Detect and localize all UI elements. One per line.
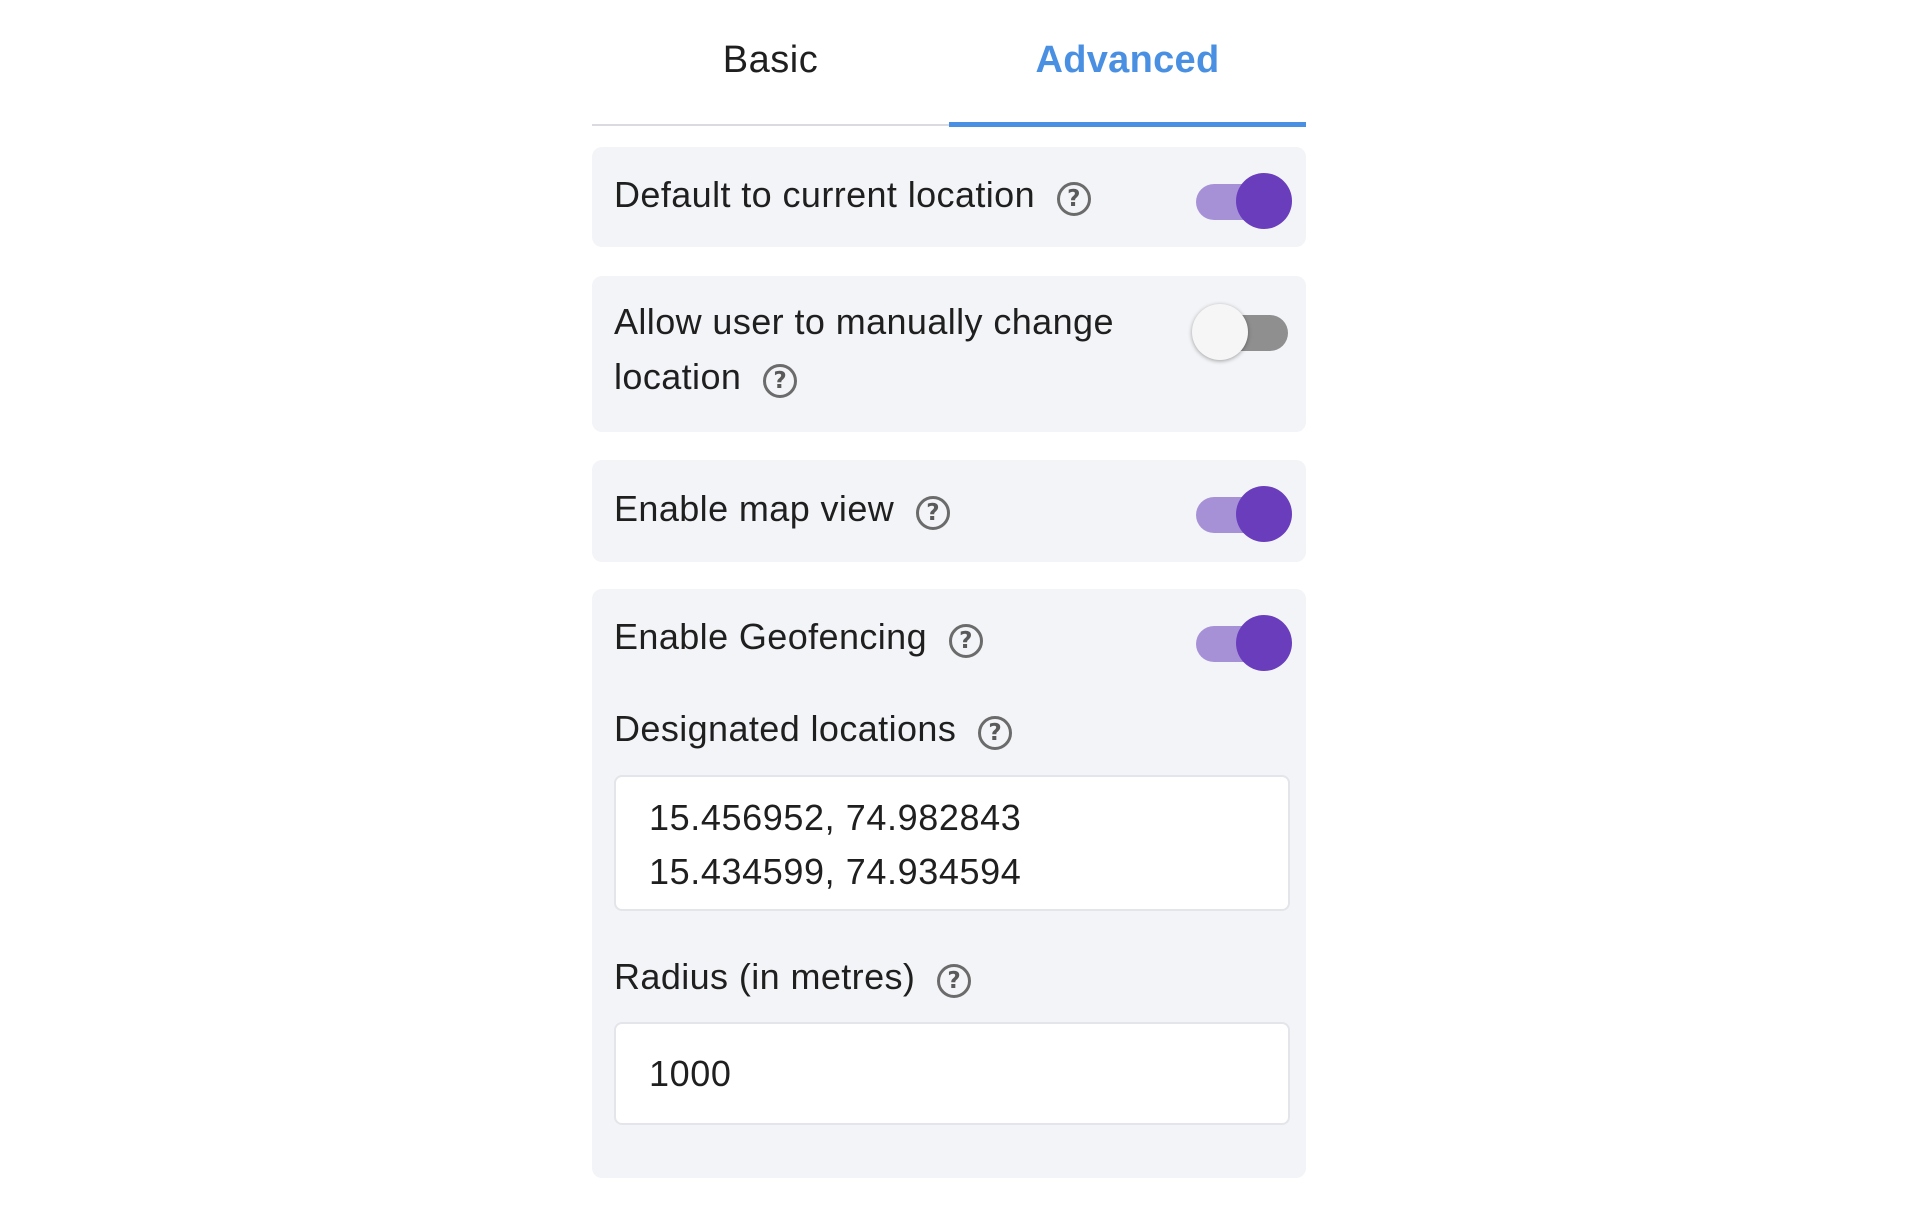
setting-card-map-view: Enable map view? bbox=[592, 460, 1306, 562]
map-view-toggle[interactable] bbox=[1192, 486, 1292, 542]
radius-input[interactable]: 1000 bbox=[614, 1022, 1290, 1125]
setting-card-geofencing: Enable Geofencing? Designated locations?… bbox=[592, 589, 1306, 1178]
radius-label: Radius (in metres) bbox=[614, 956, 916, 997]
designated-locations-label: Designated locations bbox=[614, 708, 957, 749]
toggle-knob bbox=[1192, 304, 1248, 360]
setting-row-default-location: Default to current location? bbox=[614, 168, 1092, 222]
toggle-knob bbox=[1236, 173, 1292, 229]
geofencing-toggle[interactable] bbox=[1192, 615, 1292, 671]
manual-change-label-line2: location bbox=[614, 356, 742, 397]
active-tab-indicator bbox=[949, 122, 1306, 127]
designated-location-value: 15.456952, 74.982843 bbox=[649, 797, 1022, 838]
setting-row-map-view: Enable map view? bbox=[614, 482, 951, 536]
default-location-toggle[interactable] bbox=[1192, 173, 1292, 229]
manual-change-toggle[interactable] bbox=[1192, 304, 1292, 360]
designated-locations-heading: Designated locations? bbox=[614, 702, 1013, 756]
tab-bar: Basic Advanced bbox=[592, 0, 1306, 127]
tab-basic[interactable]: Basic bbox=[592, 0, 949, 120]
setting-row-geofencing: Enable Geofencing? bbox=[614, 610, 984, 664]
radius-heading: Radius (in metres)? bbox=[614, 950, 972, 1004]
radius-value: 1000 bbox=[649, 1053, 732, 1094]
default-location-label: Default to current location bbox=[614, 174, 1036, 215]
toggle-knob bbox=[1236, 615, 1292, 671]
help-icon[interactable]: ? bbox=[916, 496, 951, 531]
help-icon[interactable]: ? bbox=[937, 964, 972, 999]
help-icon[interactable]: ? bbox=[978, 716, 1013, 751]
designated-locations-textarea[interactable]: 15.456952, 74.982843 15.434599, 74.93459… bbox=[614, 775, 1290, 911]
tab-basic-label: Basic bbox=[722, 38, 819, 81]
help-icon[interactable]: ? bbox=[1057, 182, 1092, 217]
setting-card-default-location: Default to current location? bbox=[592, 147, 1306, 247]
geofencing-label: Enable Geofencing bbox=[614, 616, 928, 657]
settings-panel: Basic Advanced Default to current locati… bbox=[592, 0, 1306, 1178]
toggle-knob bbox=[1236, 486, 1292, 542]
tab-advanced[interactable]: Advanced bbox=[949, 0, 1306, 120]
manual-change-label-line1: Allow user to manually change bbox=[614, 301, 1114, 342]
map-view-label: Enable map view bbox=[614, 488, 895, 529]
tab-advanced-label: Advanced bbox=[1035, 38, 1220, 81]
setting-row-manual-change: location? bbox=[614, 350, 798, 404]
setting-card-manual-change: Allow user to manually change location? bbox=[592, 276, 1306, 432]
designated-location-value: 15.434599, 74.934594 bbox=[649, 851, 1022, 892]
help-icon[interactable]: ? bbox=[763, 364, 798, 399]
help-icon[interactable]: ? bbox=[949, 624, 984, 659]
